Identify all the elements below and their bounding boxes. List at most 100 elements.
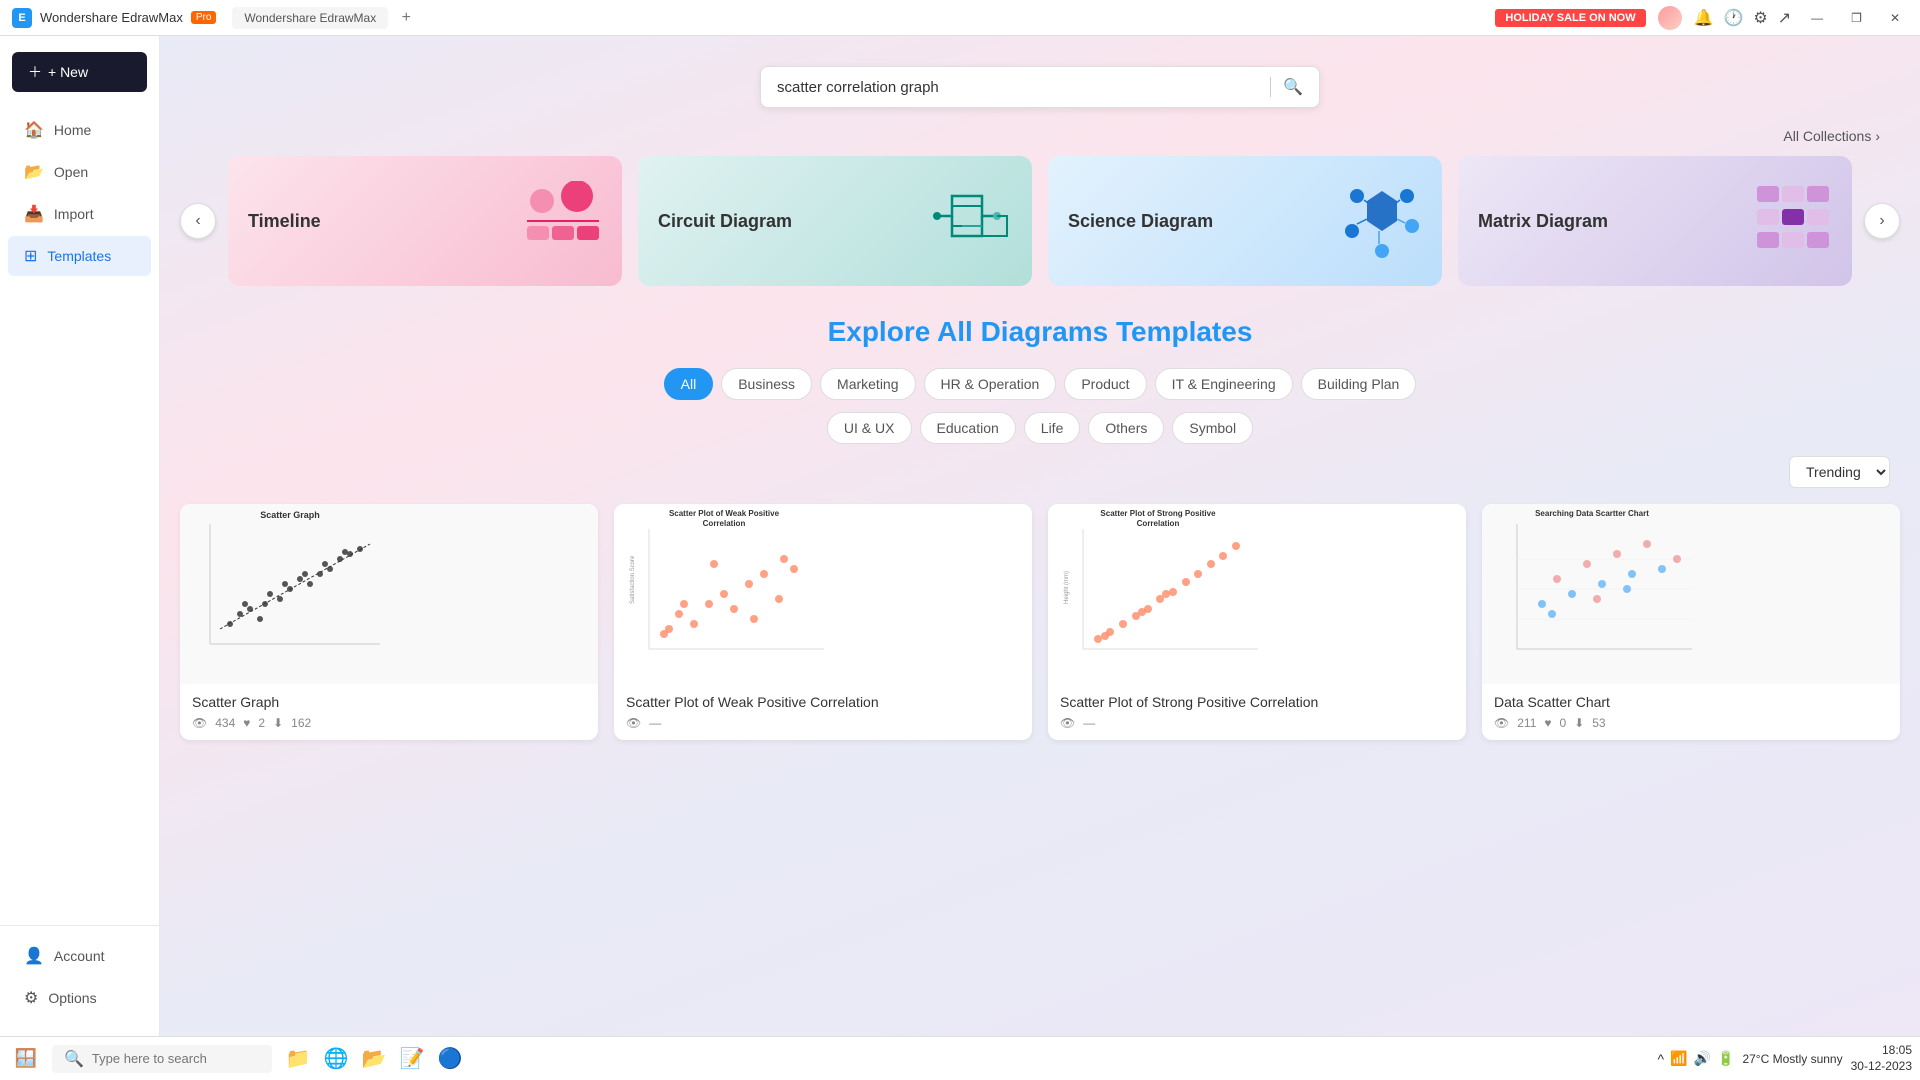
search-input[interactable] [777,79,1258,96]
filter-tab-hr[interactable]: HR & Operation [924,368,1057,400]
carousel-container: ‹ Timeline [180,156,1900,286]
sort-select[interactable]: Trending Newest Popular [1789,456,1890,488]
carousel-next-button[interactable]: › [1864,203,1900,239]
filter-tab-ui[interactable]: UI & UX [827,412,912,444]
carousel-card-science[interactable]: Science Diagram [1048,156,1442,286]
template-card-scatter-weak[interactable]: Scatter Plot of Weak Positive Correlatio… [614,504,1032,740]
taskbar-apps: 📁 🌐 📂 📝 🔵 [280,1041,468,1077]
like-count: 2 [258,716,265,730]
template-info-scatter-weak: Scatter Plot of Weak Positive Correlatio… [614,684,1032,740]
taskbar-app-explorer[interactable]: 📁 [280,1041,316,1077]
app-icon: E [12,8,32,28]
user-avatar[interactable] [1658,6,1682,30]
account-icon: 👤 [24,946,44,966]
volume-icon[interactable]: 🔊 [1694,1050,1711,1067]
search-button[interactable]: 🔍 [1283,77,1303,97]
view-count: 434 [215,716,235,730]
open-icon: 📂 [24,162,44,182]
sidebar-label-options: Options [48,990,96,1006]
filter-tab-life[interactable]: Life [1024,412,1081,444]
taskbar-app-chrome[interactable]: 🌐 [318,1041,354,1077]
view-icon4: 👁 [1494,716,1509,730]
battery-icon[interactable]: 🔋 [1717,1050,1734,1067]
search-bar: 🔍 [760,66,1320,108]
svg-text:Scatter Plot of Weak Positive: Scatter Plot of Weak Positive [669,509,780,518]
bell-icon[interactable]: 🔔 [1694,8,1714,28]
view-icon: 👁 [192,716,207,730]
import-icon: 📥 [24,204,44,224]
template-card-data-scatter[interactable]: Searching Data Scartter Chart [1482,504,1900,740]
title-bar: E Wondershare EdrawMax Pro Wondershare E… [0,0,1920,36]
settings-icon[interactable]: ⚙ [1753,8,1767,28]
view-count3: — [1083,716,1095,730]
taskbar-search-icon: 🔍 [64,1049,84,1069]
filter-tab-building[interactable]: Building Plan [1301,368,1417,400]
filter-tab-product[interactable]: Product [1064,368,1146,400]
filter-tab-symbol[interactable]: Symbol [1172,412,1253,444]
title-bar-left: E Wondershare EdrawMax Pro Wondershare E… [12,7,416,29]
carousel-prev-button[interactable]: ‹ [180,203,216,239]
plus-icon: ＋ [28,62,42,82]
template-preview-scatter-graph: Scatter Graph [180,504,598,684]
view-count4: 211 [1517,716,1536,730]
clock-icon[interactable]: 🕐 [1724,8,1744,28]
template-card-scatter-strong[interactable]: Scatter Plot of Strong Positive Correlat… [1048,504,1466,740]
filter-tabs-row2: UI & UX Education Life Others Symbol [180,412,1900,444]
svg-text:Scatter Plot of Strong Positiv: Scatter Plot of Strong Positive [1100,509,1216,518]
taskbar-app-word[interactable]: 📝 [394,1041,430,1077]
minimize-button[interactable]: — [1803,11,1831,25]
filter-tab-education[interactable]: Education [920,412,1016,444]
filter-tab-all[interactable]: All [664,368,714,400]
taskbar-search-input[interactable] [92,1051,252,1066]
sidebar-item-home[interactable]: 🏠 Home [8,110,151,150]
tab-add-button[interactable]: + [396,8,416,28]
app-name: Wondershare EdrawMax [40,10,183,25]
template-preview-data-scatter: Searching Data Scartter Chart [1482,504,1900,684]
sidebar-nav: 🏠 Home 📂 Open 📥 Import ⊞ Templates [0,108,159,925]
up-arrow-icon[interactable]: ^ [1658,1051,1665,1067]
title-bar-right: HOLIDAY SALE ON NOW 🔔 🕐 ⚙ ↗ — ❐ ✕ [1495,6,1908,30]
new-button[interactable]: ＋ + New [12,52,147,92]
taskbar-time: 18:05 30-12-2023 [1851,1043,1912,1074]
sidebar-item-account[interactable]: 👤 Account [8,936,151,976]
start-button[interactable]: 🪟 [8,1041,44,1077]
close-button[interactable]: ✕ [1882,11,1908,25]
svg-text:Searching Data Scartter Chart: Searching Data Scartter Chart [1535,509,1649,518]
taskbar-app-files[interactable]: 📂 [356,1041,392,1077]
explore-text: Explore [828,316,937,347]
all-collections-link[interactable]: All Collections › [1783,128,1880,144]
explore-highlight: All Diagrams Templates [937,316,1252,347]
sidebar-item-options[interactable]: ⚙ Options [8,978,151,1018]
tab-item[interactable]: Wondershare EdrawMax [232,7,388,29]
template-name-scatter-graph: Scatter Graph [192,694,586,710]
filter-tab-marketing[interactable]: Marketing [820,368,915,400]
filter-tab-it[interactable]: IT & Engineering [1155,368,1293,400]
taskbar-app-edraw[interactable]: 🔵 [432,1041,468,1077]
sidebar-item-templates[interactable]: ⊞ Templates [8,236,151,276]
tab-label: Wondershare EdrawMax [244,11,376,25]
taskbar-system-icons: ^ 📶 🔊 🔋 [1658,1050,1735,1067]
svg-text:Correlation: Correlation [703,519,746,528]
carousel-card-circuit[interactable]: Circuit Diagram [638,156,1032,286]
share-icon[interactable]: ↗ [1778,8,1791,28]
svg-text:Correlation: Correlation [1137,519,1180,528]
content-area: 🔍 All Collections › ‹ Timeline [160,36,1920,1036]
network-icon[interactable]: 📶 [1670,1050,1687,1067]
svg-text:Height (mm): Height (mm) [1064,571,1070,604]
template-info-scatter-graph: Scatter Graph 👁 434 ♥ 2 ⬇ 162 [180,684,598,740]
maximize-button[interactable]: ❐ [1843,11,1870,25]
new-button-label: + New [48,64,88,80]
carousel-card-timeline[interactable]: Timeline [228,156,622,286]
sidebar-item-import[interactable]: 📥 Import [8,194,151,234]
filter-tab-others[interactable]: Others [1088,412,1164,444]
all-collections-label: All Collections [1783,128,1871,144]
sidebar-item-open[interactable]: 📂 Open [8,152,151,192]
home-icon: 🏠 [24,120,44,140]
date-display: 30-12-2023 [1851,1059,1912,1075]
filter-tabs: All Business Marketing HR & Operation Pr… [180,368,1900,400]
carousel-card-matrix[interactable]: Matrix Diagram [1458,156,1852,286]
template-meta-scatter-weak: 👁 — [626,716,1020,730]
template-card-scatter-graph[interactable]: Scatter Graph [180,504,598,740]
holiday-sale-button[interactable]: HOLIDAY SALE ON NOW [1495,9,1645,27]
filter-tab-business[interactable]: Business [721,368,812,400]
